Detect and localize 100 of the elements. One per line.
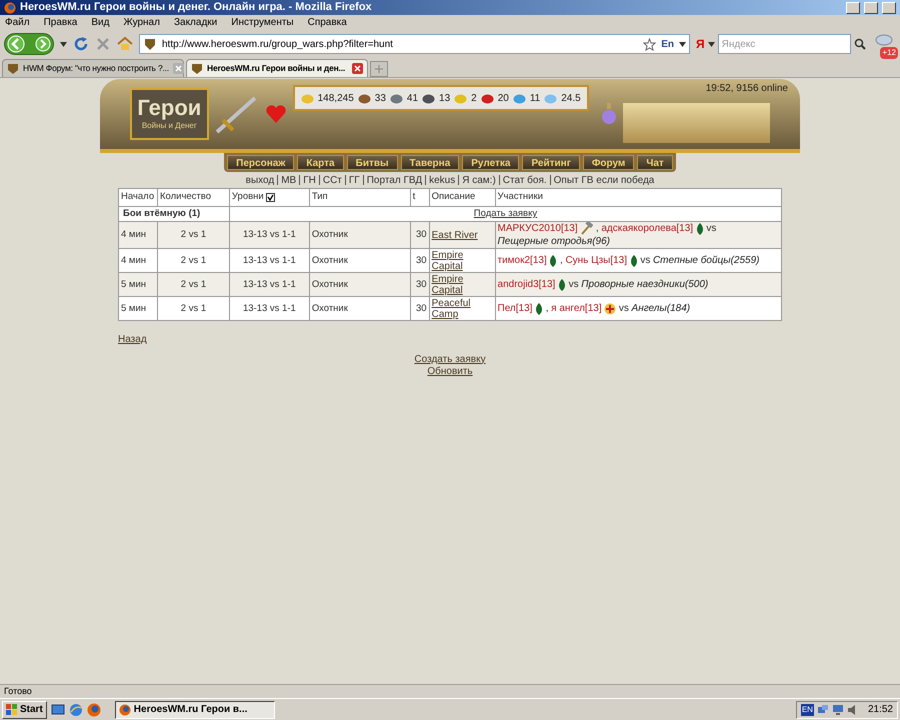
menu-item[interactable]: Закладки [174,15,218,30]
player-link[interactable]: тимок2[13] [498,255,547,266]
submit-request-link[interactable]: Подать заявку [474,208,538,219]
separator-text: , [560,255,563,266]
browser-tab[interactable]: HeroesWM.ru Герои войны и ден... [186,59,368,77]
menu-item[interactable]: Вид [91,15,110,30]
resource-icon [480,92,494,104]
time-cell: 30 [410,296,430,321]
player-link[interactable]: адскаякоролева[13] [601,223,694,234]
nav-link[interactable]: kekus [429,172,456,188]
language-indicator[interactable]: EN [800,704,814,716]
nav-link[interactable]: Стат боя. [502,172,547,188]
resource-icon [454,92,468,104]
nav-button[interactable]: Рулетка [462,155,520,170]
minimize-button[interactable] [846,2,860,14]
site-icon [7,62,19,74]
player-link[interactable]: я ангел[13] [551,303,602,314]
address-field[interactable]: http://www.heroeswm.ru/group_wars.php?filter=hunt En [139,34,690,54]
star-icon[interactable] [643,38,656,50]
menu-item[interactable]: Правка [44,15,78,30]
levels-checkbox[interactable] [266,193,275,202]
column-header-label: Уровни [232,190,264,204]
firefox-icon [4,2,16,14]
desktop-icon[interactable] [50,702,65,716]
close-icon[interactable] [352,63,363,74]
online-status: 19:52, 9156 online [706,82,788,96]
nav-button[interactable]: Чат [637,155,673,170]
search-icon[interactable] [854,38,866,50]
browser-tab[interactable]: HWM Форум: "что нужно построить ?... [2,59,184,77]
nav-link[interactable]: ГН [303,172,316,188]
dropdown-caret-icon[interactable] [60,42,67,46]
leaf-icon [535,302,544,315]
clock: 21:52 [868,703,893,717]
menu-item[interactable]: Инструменты [231,15,294,30]
start-cell: 5 мин [118,296,158,321]
nav-button[interactable]: Форум [582,155,634,170]
nav-button[interactable]: Битвы [346,155,398,170]
nav-link[interactable]: Опыт ГВ если победа [554,172,654,188]
site-icon [191,62,203,74]
firefox-icon[interactable] [86,702,101,716]
column-header: Количество [157,188,230,206]
resource-count: 41 [406,92,418,106]
search-engine-logo: Я [696,36,705,53]
player-link[interactable]: androjid3[13] [498,279,556,290]
windows-logo-icon [6,704,18,716]
type-cell: Охотник [309,296,410,321]
url-text: http://www.heroeswm.ru/group_wars.php?filter=hunt [162,38,394,52]
nav-button[interactable]: Карта [297,155,344,170]
count-cell: 2 vs 1 [157,296,230,321]
reload-icon[interactable] [73,36,89,52]
resource-count: 148,245 [318,92,354,106]
resource-count: 33 [374,92,386,106]
back-link[interactable]: Назад [118,334,147,346]
menu-item[interactable]: Журнал [123,15,160,30]
restore-button[interactable] [864,2,878,14]
resource-icon [300,92,314,104]
enemy-name: Степные бойцы(2559) [652,255,760,266]
tab-label: HeroesWM.ru Герои войны и ден... [207,62,346,75]
taskbar-window-button[interactable]: HeroesWM.ru Герои в... [114,700,275,718]
resource-count: 11 [530,92,540,106]
status-text: Готово [4,684,32,698]
separator-text: vs [568,279,579,290]
player-link[interactable]: Пел[13] [498,303,532,314]
menu-item[interactable]: Файл [5,15,30,30]
menu-item[interactable]: Справка [308,15,347,30]
heart-icon [264,104,287,124]
nav-link[interactable]: Портал ГВД [366,172,422,188]
network-icon[interactable] [816,704,829,716]
cross-icon [604,302,616,315]
home-icon[interactable] [117,36,133,52]
back-forward-button[interactable] [4,33,54,55]
separator-text: vs [706,223,716,234]
nav-button[interactable]: Рейтинг [522,155,580,170]
nav-link[interactable]: выход [246,172,274,188]
action-link[interactable]: Создать заявку [414,354,486,366]
nav-link[interactable]: ГГ [348,172,360,188]
language-indicator: En [661,38,674,52]
resource-count: 2 [471,92,477,106]
player-link[interactable]: МАРКУС2010[13] [498,223,578,234]
logo-title: Герои [137,96,202,120]
close-button[interactable] [882,2,896,14]
search-field[interactable]: Яндекс [718,34,851,54]
nav-button[interactable]: Таверна [400,155,460,170]
nav-link[interactable]: МВ [281,172,296,188]
nav-button[interactable]: Персонаж [227,155,294,170]
nav-link[interactable]: ССт [322,172,342,188]
enemy-name: Пещерные отродья(96) [498,236,610,248]
nav-link[interactable]: Я сам:) [462,172,496,188]
leaf-icon [696,222,704,235]
player-link[interactable]: Сунь Цзы[13] [565,255,628,266]
separator-text: , [596,223,599,234]
action-link[interactable]: Обновить [427,366,473,378]
dropdown-caret-icon[interactable] [708,42,715,46]
dropdown-caret-icon[interactable] [679,42,686,46]
leaf-icon [549,254,558,267]
monitor-icon[interactable] [832,704,844,716]
resource-icon [358,92,371,104]
firefox-icon [118,704,131,716]
start-button[interactable]: Start [2,700,47,718]
sword-icon [214,94,259,134]
